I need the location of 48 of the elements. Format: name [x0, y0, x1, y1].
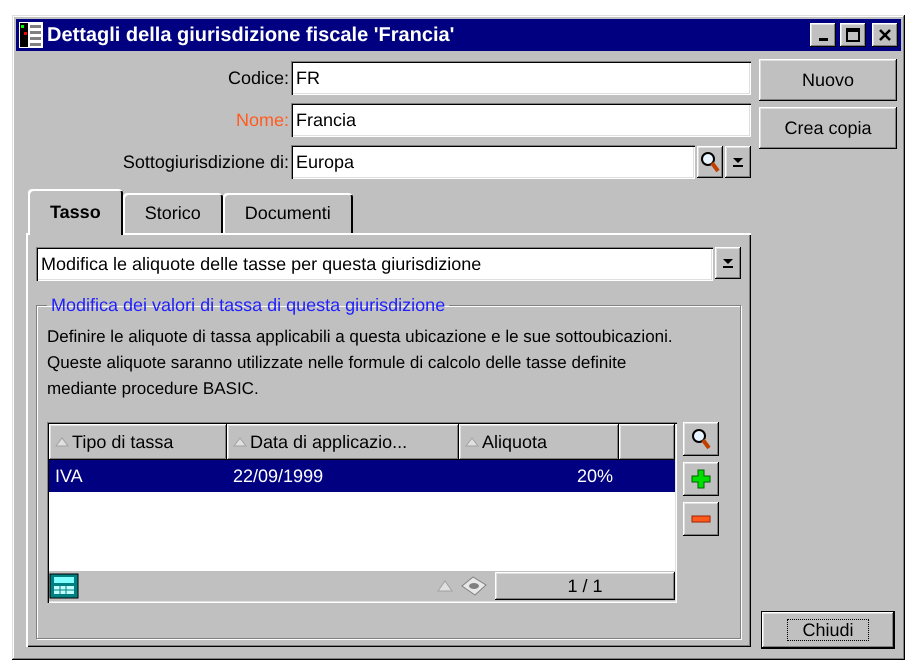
group-title: Modifica dei valori di tassa di questa giurisdizione [50, 295, 446, 316]
maximize-button[interactable] [840, 23, 866, 47]
table-cell-text: IVA [54, 466, 84, 486]
field-label: Nome: [234, 110, 290, 130]
dropdown-button[interactable] [725, 146, 751, 178]
action-select[interactable]: Modifica le aliquote delle tasse per questa giurisdizione [36, 247, 713, 281]
tab[interactable]: Tasso [28, 189, 123, 235]
remove-button[interactable] [683, 502, 719, 536]
input-field[interactable]: Francia [291, 103, 751, 137]
table-cell-text: 20% [576, 466, 614, 486]
field-label: Sottogiurisdizione di: [122, 152, 290, 172]
minimize-button[interactable] [810, 23, 836, 47]
column-header[interactable]: Data di applicazio... [227, 424, 459, 460]
tab[interactable]: Storico [122, 193, 223, 233]
minimize-icon [818, 38, 828, 41]
view-icon[interactable] [459, 574, 489, 598]
sort-icon [465, 437, 479, 447]
search-button[interactable] [683, 422, 719, 456]
window-title: Dettagli della giurisdizione fiscale 'Francia' [47, 24, 456, 46]
close-icon [878, 28, 892, 42]
sort-icon [55, 437, 69, 447]
column-header[interactable]: Aliquota [459, 424, 619, 460]
minus-icon [691, 515, 711, 523]
tab[interactable]: Documenti [222, 193, 353, 233]
field-label: Codice: [226, 68, 290, 88]
search-button[interactable] [697, 146, 723, 178]
dropdown-arrow-icon [722, 258, 734, 268]
close-button[interactable] [872, 23, 898, 47]
search-icon [691, 428, 711, 450]
app-icon [19, 22, 43, 48]
page-counter: 1 / 1 [495, 572, 675, 600]
action-button[interactable]: Nuovo [759, 59, 897, 101]
dropdown-button[interactable] [715, 247, 741, 279]
plus-icon [691, 469, 711, 489]
column-header[interactable]: Tipo di tassa [49, 424, 227, 460]
dropdown-arrow-icon [732, 157, 744, 167]
maximize-icon [846, 28, 860, 42]
action-button[interactable]: Crea copia [759, 107, 897, 149]
sort-icon [233, 437, 247, 447]
add-button[interactable] [683, 462, 719, 496]
input-field[interactable]: FR [291, 61, 751, 95]
input-field[interactable]: Europa [291, 145, 695, 179]
description-text: Definire le aliquote di tassa applicabili a questa ubicazione e le sue sottoubicazioni. Queste aliquote saranno utilizzate nelle formule di calcolo delle tasse definite mediante procedure BASIC. [47, 326, 674, 400]
close-dialog-button[interactable]: Chiudi [762, 612, 894, 648]
table-cell-text: 22/09/1999 [232, 466, 324, 486]
table-row[interactable]: IVA 22/09/1999 20% [49, 460, 675, 492]
search-icon [700, 151, 720, 173]
calculator-icon[interactable] [49, 573, 79, 599]
